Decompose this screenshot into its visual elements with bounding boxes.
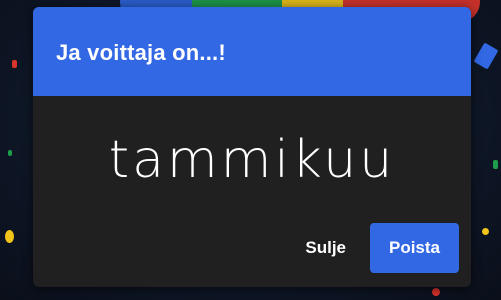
winner-text: tammikuu: [108, 129, 396, 190]
confetti-piece: [482, 228, 489, 235]
confetti-piece: [5, 230, 14, 243]
dialog-title: Ja voittaja on...!: [56, 39, 226, 65]
winner-dialog: Ja voittaja on...! tammikuu Sulje Poista: [33, 7, 471, 287]
wheel-background: Ja voittaja on...! tammikuu Sulje Poista: [0, 0, 501, 300]
dialog-body: tammikuu: [33, 96, 471, 221]
confetti-piece: [12, 60, 17, 68]
confetti-piece: [8, 150, 12, 156]
dialog-actions: Sulje Poista: [295, 223, 459, 273]
confetti-piece: [473, 42, 499, 70]
confetti-piece: [493, 160, 498, 169]
dialog-header: Ja voittaja on...!: [33, 7, 471, 96]
remove-button[interactable]: Poista: [370, 223, 459, 273]
close-button[interactable]: Sulje: [295, 228, 356, 268]
confetti-piece: [432, 288, 440, 296]
